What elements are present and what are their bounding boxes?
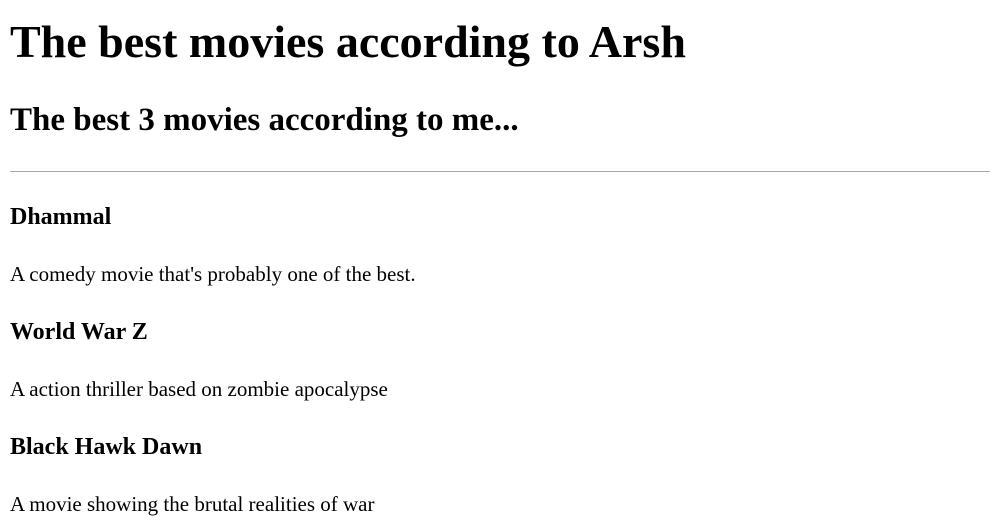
movie-description: A action thriller based on zombie apocal…: [10, 377, 388, 401]
movie-description: A movie showing the brutal realities of …: [10, 492, 375, 516]
movie-title: Dhammal: [10, 204, 112, 230]
movie-title: Black Hawk Dawn: [10, 434, 203, 460]
page-subtitle: The best 3 movies according to me...: [10, 102, 519, 138]
movie-list: Dhammal A comedy movie that's probably o…: [10, 200, 990, 522]
divider: [10, 171, 990, 172]
movie-item-world-war-z: World War Z A action thriller based on z…: [10, 315, 990, 430]
movie-item-black-hawk-dawn: Black Hawk Dawn A movie showing the brut…: [10, 430, 990, 522]
movie-description: A comedy movie that's probably one of th…: [10, 262, 416, 286]
page-title: The best movies according to Arsh: [10, 16, 686, 67]
page: The best movies according to Arsh The be…: [0, 0, 1000, 522]
movie-title: World War Z: [10, 319, 148, 345]
movie-item-dhammal: Dhammal A comedy movie that's probably o…: [10, 200, 990, 315]
